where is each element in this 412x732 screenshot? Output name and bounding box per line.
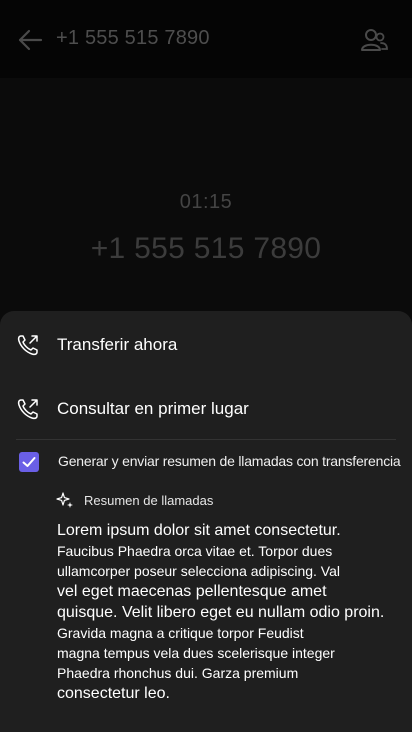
phone-forward-icon (17, 399, 38, 420)
summary-line: quisque. Velit libero eget eu nullam odi… (57, 604, 385, 621)
consult-first-option[interactable]: Consultar en primer lugar (0, 383, 412, 435)
top-app-bar: +1 555 515 7890 (0, 0, 412, 78)
transfer-now-option[interactable]: Transferir ahora (0, 319, 412, 371)
summary-line: Faucibus Phaedra orca vitae et. Torpor d… (57, 543, 333, 559)
phone-forward-icon (17, 335, 38, 356)
summary-line: Gravida magna a critique torpor Feudist (57, 625, 304, 641)
consult-first-label: Consultar en primer lugar (57, 399, 249, 418)
summary-text: Lorem ipsum dolor sit amet consectetur. … (57, 520, 397, 704)
arrow-left-icon[interactable] (16, 26, 44, 54)
summary-line: Lorem ipsum dolor sit amet consectetur. (57, 522, 341, 539)
divider (16, 439, 396, 440)
summary-checkbox-label[interactable]: Generar y enviar resumen de llamadas con… (58, 453, 401, 469)
summary-line: magna tempus vela dues scelerisque integ… (57, 645, 335, 661)
caller-number: +1 555 515 7890 (90, 232, 322, 265)
summary-line: Phaedra rhonchus dui. Garza premium (57, 665, 299, 681)
summary-checkbox[interactable] (19, 452, 39, 472)
transfer-now-label: Transferir ahora (57, 335, 178, 354)
summary-line: ullamcorper poseur selecciona adipiscing… (57, 563, 341, 579)
summary-line: consectetur leo. (57, 685, 170, 702)
sparkle-icon (56, 492, 73, 508)
call-timer: 01:15 (179, 191, 233, 213)
people-icon[interactable] (360, 28, 388, 52)
transfer-sheet: Transferir ahora Consultar en primer lug… (0, 311, 412, 732)
summary-line: vel eget maecenas pellentesque amet (57, 583, 327, 600)
header-title: +1 555 515 7890 (56, 27, 210, 49)
summary-title: Resumen de llamadas (84, 493, 214, 508)
checkmark-icon (22, 457, 36, 467)
